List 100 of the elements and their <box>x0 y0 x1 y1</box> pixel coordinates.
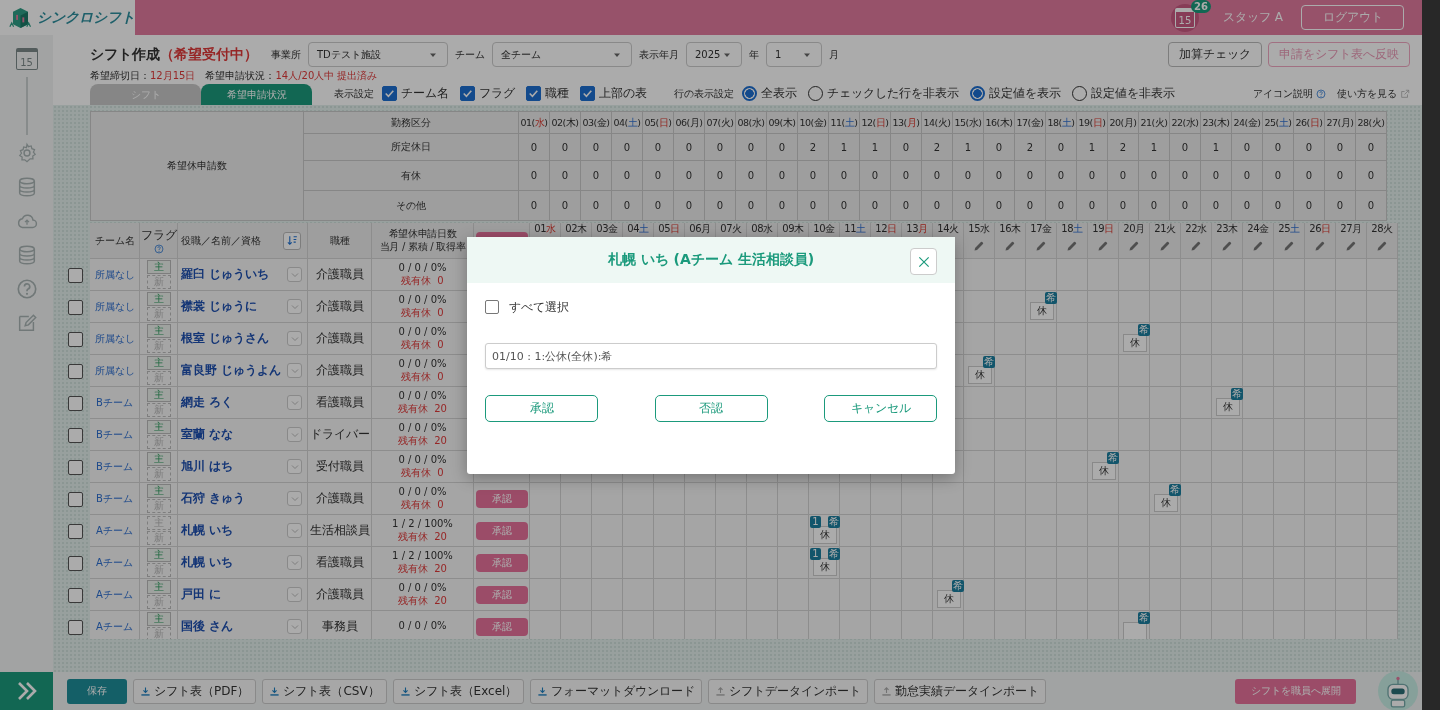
leave-mark[interactable]: 休 <box>967 366 992 384</box>
staff-name[interactable]: 根室 じゅうさん <box>181 330 270 347</box>
select-field[interactable]: TDテスト施設 <box>308 42 448 67</box>
table-cell: 0 <box>860 161 891 191</box>
dialog-button[interactable]: 否認 <box>654 395 768 422</box>
main-flag[interactable]: 主 <box>146 452 171 466</box>
export-button[interactable]: シフト表（PDF） <box>133 678 257 704</box>
filter-label: チーム <box>455 47 485 62</box>
table-cell: 0 <box>1139 161 1170 191</box>
publish-button[interactable]: シフトを職員へ展開 <box>1235 678 1356 704</box>
staff-name[interactable]: 室蘭 なな <box>181 426 234 443</box>
table-cell: 0 <box>829 161 860 191</box>
day-header: 21(火) <box>1139 112 1170 134</box>
staff-name[interactable]: 国後 さん <box>181 618 234 635</box>
job-title: 看護職員 <box>315 554 364 571</box>
leave-mark[interactable]: 休 <box>1091 462 1116 480</box>
leave-mark[interactable]: 休 <box>812 526 837 544</box>
count-badge: 1 <box>810 516 821 528</box>
table-cell: 0 <box>705 134 736 161</box>
main-flag[interactable]: 主 <box>146 260 171 274</box>
export-button[interactable]: シフト表（Excel） <box>392 678 525 704</box>
staff-name[interactable]: 戸田 に <box>181 586 222 603</box>
team-name: Aチーム <box>96 555 133 570</box>
leave-mark[interactable]: 休 <box>936 590 961 608</box>
team-name: Bチーム <box>96 395 133 410</box>
link[interactable]: 使い方を見る <box>1337 86 1397 101</box>
day-header: 16木 <box>999 224 1021 234</box>
main-flag[interactable]: 主 <box>146 420 171 434</box>
staff-name[interactable]: 襟裳 じゅうに <box>181 298 258 315</box>
request-count: 0 / 0 / 0% <box>398 582 447 595</box>
day-header: 01水 <box>534 224 556 234</box>
import-button[interactable]: 勤怠実績データインポート <box>874 678 1047 704</box>
staff-name[interactable]: 羅臼 じゅういち <box>181 266 270 283</box>
table-cell: 所定休日 <box>304 134 519 161</box>
save-button[interactable]: 保存 <box>67 678 127 704</box>
request-count: 0 / 0 / 0% <box>398 486 447 499</box>
approve-button[interactable]: 承認 <box>475 521 528 540</box>
staff-name[interactable]: 網走 ろく <box>181 394 234 411</box>
day-header: 17(金) <box>1015 112 1046 134</box>
unit-label: 月 <box>829 47 839 62</box>
column-header: 役職／名前／資格 <box>181 233 261 248</box>
checkbox-label: 上部の表 <box>599 85 647 102</box>
select-field[interactable]: 1 <box>766 42 822 67</box>
dialog-button[interactable]: 承認 <box>485 395 598 422</box>
staff-name[interactable]: 石狩 きゅう <box>181 490 246 507</box>
day-header: 22(水) <box>1170 112 1201 134</box>
leave-mark[interactable]: 休 <box>1215 398 1240 416</box>
request-badge: 希 <box>1045 292 1057 304</box>
settings-label: 行の表示設定 <box>674 86 734 101</box>
export-button[interactable]: フォーマットダウンロード <box>530 678 703 704</box>
dialog-button[interactable]: キャンセル <box>824 395 937 422</box>
table-cell: 0 <box>798 191 829 221</box>
table-cell: 0 <box>736 134 767 161</box>
checkbox-label: 職種 <box>545 85 569 102</box>
approve-button[interactable]: 承認 <box>475 553 528 572</box>
approve-button[interactable]: 承認 <box>475 617 528 636</box>
logout-button[interactable]: ログアウト <box>1301 5 1404 30</box>
staff-name[interactable]: 旭川 はち <box>181 458 234 475</box>
main-flag[interactable]: 主 <box>146 356 171 370</box>
main-flag[interactable]: 主 <box>146 388 171 402</box>
table-cell: 0 <box>1170 161 1201 191</box>
table-cell: 0 <box>1294 134 1325 161</box>
main-flag[interactable]: 主 <box>146 484 171 498</box>
leave-count: 20 <box>434 562 447 575</box>
table-cell: 1 <box>1201 134 1232 161</box>
leave-mark[interactable]: 休 <box>812 558 837 576</box>
tab[interactable]: 希望申請状況 <box>201 84 312 105</box>
table-cell: 0 <box>519 161 550 191</box>
main-flag[interactable]: 主 <box>146 548 171 562</box>
main-flag[interactable]: 主 <box>146 612 171 626</box>
leave-label: 残有休 <box>401 370 432 383</box>
unit-label: 年 <box>749 47 759 62</box>
request-count: 0 / 0 / 0% <box>398 422 447 435</box>
leave-mark[interactable]: 休 <box>1122 334 1147 352</box>
table-cell: 0 <box>1356 161 1387 191</box>
request-field[interactable]: 01/10 : 1:公休(全休):希 <box>485 343 937 369</box>
day-header: 25土 <box>1278 224 1300 234</box>
checkbox-label: フラグ <box>479 85 515 102</box>
select-field[interactable]: 2025 <box>686 42 742 67</box>
link[interactable]: アイコン説明 <box>1253 86 1313 101</box>
day-header: 06(月) <box>674 112 705 134</box>
select-field[interactable]: 全チーム <box>492 42 632 67</box>
leave-mark[interactable]: 休 <box>1029 302 1054 320</box>
check-button[interactable]: 加算チェック <box>1168 42 1262 67</box>
main-flag[interactable]: 主 <box>146 580 171 594</box>
export-button[interactable]: シフト表（CSV） <box>262 678 387 704</box>
approve-button[interactable]: 承認 <box>475 489 528 508</box>
approve-button[interactable]: 承認 <box>475 585 528 604</box>
day-header: 15水 <box>968 224 990 234</box>
table-cell: 0 <box>581 161 612 191</box>
staff-name[interactable]: 札幌 いち <box>181 554 234 571</box>
import-button[interactable]: シフトデータインポート <box>708 678 869 704</box>
main-flag[interactable]: 主 <box>146 324 171 338</box>
sidebar-item[interactable]: 15 <box>14 47 39 71</box>
leave-mark[interactable]: 休 <box>1153 494 1178 512</box>
request-count: 0 / 0 / 0% <box>398 294 447 307</box>
table-cell: 0 <box>705 161 736 191</box>
main-flag[interactable]: 主 <box>146 292 171 306</box>
staff-name[interactable]: 富良野 じゅうよん <box>181 362 282 379</box>
staff-name[interactable]: 札幌 いち <box>181 522 234 539</box>
